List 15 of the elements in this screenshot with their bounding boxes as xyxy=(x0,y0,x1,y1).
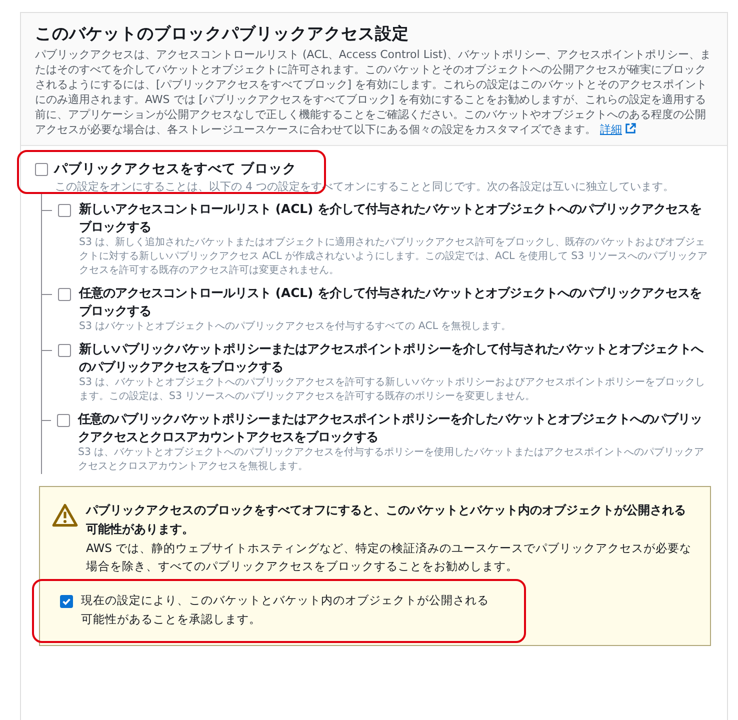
setting-description: S3 はバケットとオブジェクトへのパブリックアクセスを付与するすべての ACL を無視します。 xyxy=(79,320,512,334)
checkbox-label: 新しいアクセスコントロールリスト (ACL) を介して付与されたバケットとオブジェクトへのパブリックアクセスをブロックする xyxy=(79,200,703,236)
checkbox-label: パブリックアクセスをすべて ブロック xyxy=(54,160,297,178)
checkbox-label: 任意のパブリックバケットポリシーまたはアクセスポイントポリシーを介したバケットとオブジェクトへのパブリックアクセスとクロスアカウントアクセスをブロックする xyxy=(78,410,703,446)
learn-more-link[interactable]: 詳細 xyxy=(600,123,636,136)
checkbox-label: 任意のアクセスコントロールリスト (ACL) を介して付与されたバケットとオブジェクトへのパブリックアクセスをブロックする xyxy=(79,284,703,320)
section-title: このバケットのブロックパブリックアクセス設定 xyxy=(35,23,410,45)
setting-description: S3 は、バケットとオブジェクトへのパブリックアクセスを付与するポリシーを使用したバケットまたはアクセスポイントへのパブリックアクセスとクロスアカウントアクセスを無視します。 xyxy=(78,446,706,474)
setting-description: S3 は、バケットとオブジェクトへのパブリックアクセスを許可する新しいバケットポリシーおよびアクセスポイントポリシーをブロックします。この設定は、S3 リソースへのパブリックアクセスを許可する既存のポリシーを変更しません。 xyxy=(79,376,706,404)
warning-text: AWS では、静的ウェブサイトホスティングなど、特定の検証済みのユースケースでパブリックアクセスが必要な場合を除き、すべてのパブリックアクセスをブロックすることをお勧めします。 xyxy=(86,540,693,575)
warning-title: パブリックアクセスのブロックをすべてオフにすると、このバケットとバケット内のオブジェクトが公開される可能性があります。 xyxy=(86,502,687,538)
checkbox-label: 現在の設定により、このバケットとバケット内のオブジェクトが公開される可能性があることを承認します。 xyxy=(81,592,490,628)
section-description: パブリックアクセスは、アクセスコントロールリスト (ACL、Access Control List)、バケットポリシー、アクセスポイントポリシー、またはそのすべてを介してバケットとオブジェクトに許可されます。このバケットとそのオブジェクトへの公開アクセスが確実にブロックされるようにするには、[パブリックアクセスをすべてブロック] を有効にします。これらの設定はこのバケットとそのアクセスポイントにのみ適用されます。AWS では [パブリックアクセスをすべてブロック] を有効にすることをお勧めしますが、これらの設定を適用する前に、アプリケーションが公開アクセスなしで正しく機能することをご確認ください。このバケットやオブジェクトへのある程度の公開アクセスが必要な場合は、各ストレージユースケースに合わせて以下にある個々の設定をカスタマイズできます。 詳細 xyxy=(35,47,712,137)
checkbox-label: 新しいパブリックバケットポリシーまたはアクセスポイントポリシーを介して付与されたバケットとオブジェクトへのパブリックアクセスをブロックする xyxy=(79,340,704,376)
setting-description: S3 は、新しく追加されたバケットまたはオブジェクトに適用されたパブリックアクセス許可をブロックし、既存のバケットおよびオブジェクトに対する新しいパブリックアクセス ACL が作成されないようにします。この設定では、ACL を使用して S3 リソースへのパブリックアクセスを許可する既存のアクセス許可は変更されません。 xyxy=(79,236,708,278)
